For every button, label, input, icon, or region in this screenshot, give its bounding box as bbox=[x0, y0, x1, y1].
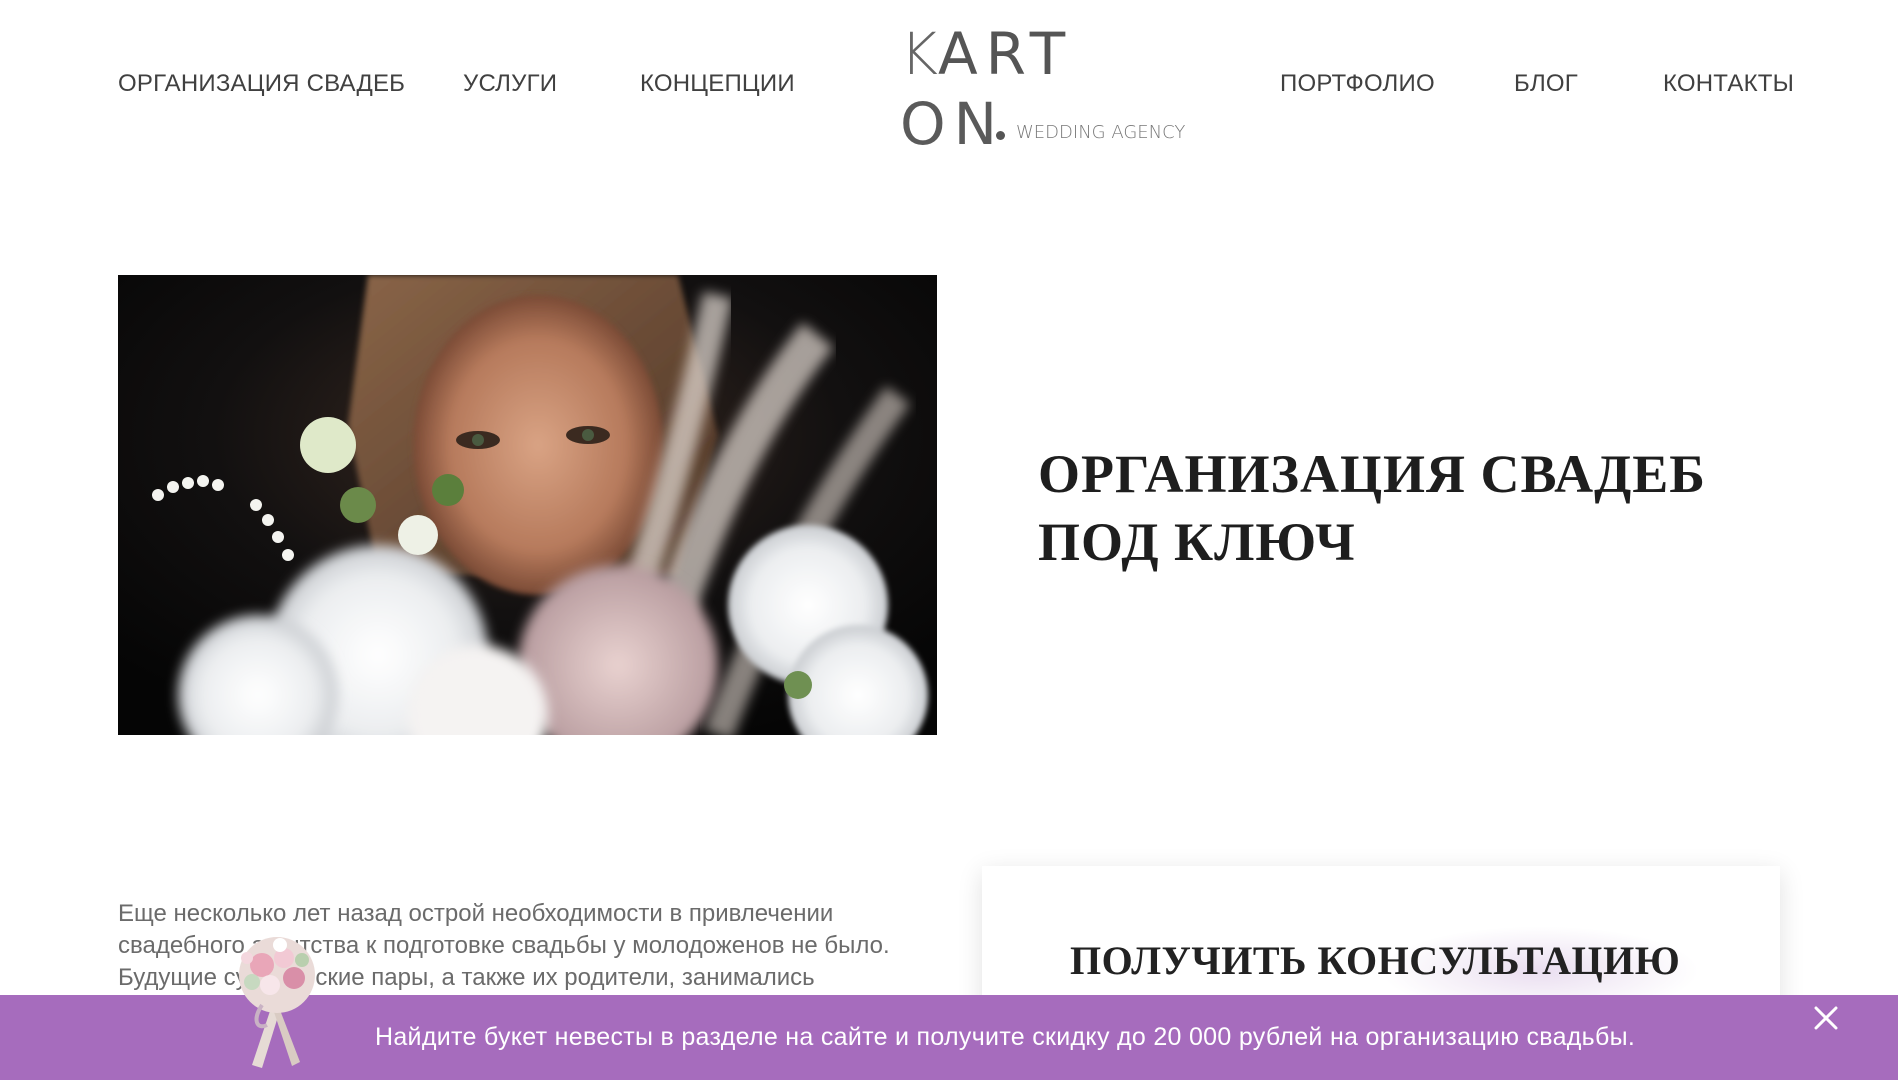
nav-blog[interactable]: БЛОГ bbox=[1514, 70, 1578, 98]
nav-wedding-organization[interactable]: ОРГАНИЗАЦИЯ СВАДЕБ bbox=[118, 70, 405, 98]
nav-portfolio[interactable]: ПОРТФОЛИО bbox=[1280, 70, 1435, 98]
promo-banner-text: Найдите букет невесты в разделе на сайте… bbox=[375, 1023, 1636, 1051]
bouquet-image bbox=[222, 930, 332, 1070]
site-header: ОРГАНИЗАЦИЯ СВАДЕБ УСЛУГИ КОНЦЕПЦИИ K AR… bbox=[0, 0, 1898, 170]
site-logo[interactable]: K ART ON WEDDING AGENCY bbox=[900, 20, 1185, 158]
nav-services[interactable]: УСЛУГИ bbox=[463, 70, 557, 98]
logo-on: ON bbox=[900, 90, 1006, 158]
hero-title-line1: ОРГАНИЗАЦИЯ СВАДЕБ bbox=[1038, 444, 1706, 504]
logo-dot bbox=[996, 131, 1005, 140]
logo-subtitle: WEDDING AGENCY bbox=[1016, 122, 1186, 143]
close-banner-button[interactable] bbox=[1812, 1004, 1840, 1032]
close-icon bbox=[1814, 1006, 1838, 1030]
hero-title-line2: ПОД КЛЮЧ bbox=[1038, 512, 1356, 572]
nav-contacts[interactable]: КОНТАКТЫ bbox=[1663, 70, 1794, 98]
logo-art: ART bbox=[938, 20, 1074, 88]
hero-title: ОРГАНИЗАЦИЯ СВАДЕБ ПОД КЛЮЧ bbox=[1038, 440, 1758, 576]
nav-concepts[interactable]: КОНЦЕПЦИИ bbox=[640, 70, 795, 98]
hero-bride-bouquet-image bbox=[118, 275, 937, 735]
